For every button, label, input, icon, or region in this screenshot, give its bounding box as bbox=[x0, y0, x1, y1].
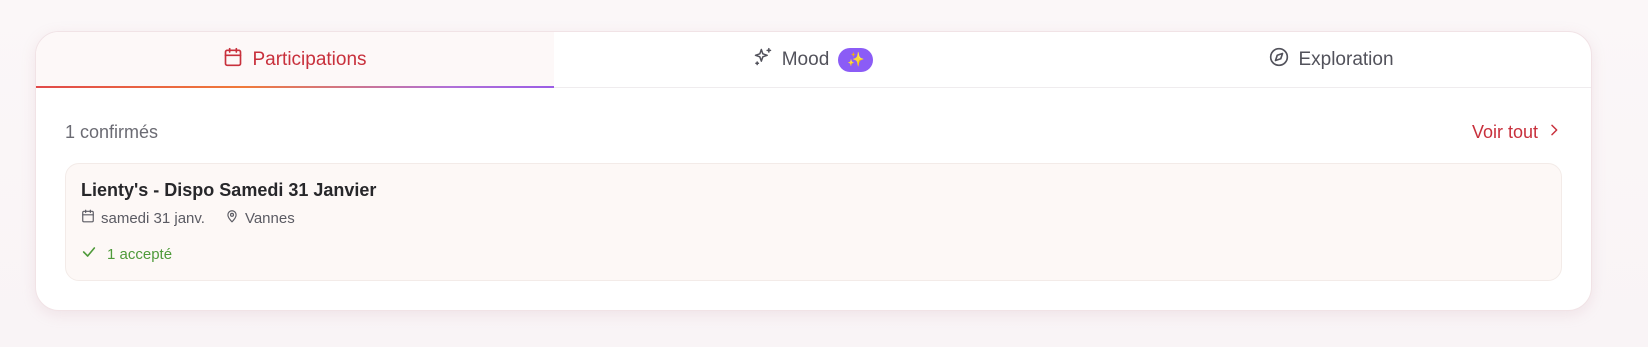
event-title: Lienty's - Dispo Samedi 31 Janvier bbox=[81, 180, 377, 200]
confirmed-count: 1 confirmés bbox=[65, 122, 159, 142]
check-icon bbox=[81, 244, 97, 264]
event-location: Vannes bbox=[244, 209, 295, 227]
calendar-icon bbox=[223, 47, 243, 73]
event-meta: samedi 31 janv. Vannes bbox=[81, 209, 1546, 227]
accepted-status: 1 accepté bbox=[81, 244, 1546, 264]
event-card[interactable]: Lienty's - Dispo Samedi 31 Janvier samed… bbox=[65, 163, 1562, 281]
section-header: 1 confirmés Voir tout bbox=[65, 122, 1562, 143]
map-pin-icon bbox=[225, 209, 239, 227]
tab-mood[interactable]: Mood ✨ bbox=[554, 32, 1072, 87]
tab-label: Exploration bbox=[1298, 48, 1394, 70]
tab-bar: Participations Mood ✨ Exploration bbox=[36, 32, 1591, 88]
accepted-text: 1 accepté bbox=[107, 245, 173, 263]
tab-label: Participations bbox=[252, 48, 367, 70]
chevron-right-icon bbox=[1546, 122, 1562, 143]
tab-participations[interactable]: Participations bbox=[36, 32, 554, 88]
event-date: samedi 31 janv. bbox=[101, 209, 205, 227]
see-all-label: Voir tout bbox=[1471, 122, 1538, 142]
tab-exploration[interactable]: Exploration bbox=[1072, 32, 1591, 87]
compass-icon bbox=[1269, 47, 1289, 73]
see-all-link[interactable]: Voir tout bbox=[1472, 122, 1562, 143]
mood-badge: ✨ bbox=[838, 47, 874, 72]
participations-card: Participations Mood ✨ Exploration 1 conf… bbox=[35, 31, 1592, 311]
sparkles-icon bbox=[753, 47, 773, 73]
calendar-icon bbox=[81, 209, 95, 227]
tab-label: Mood bbox=[781, 48, 830, 70]
